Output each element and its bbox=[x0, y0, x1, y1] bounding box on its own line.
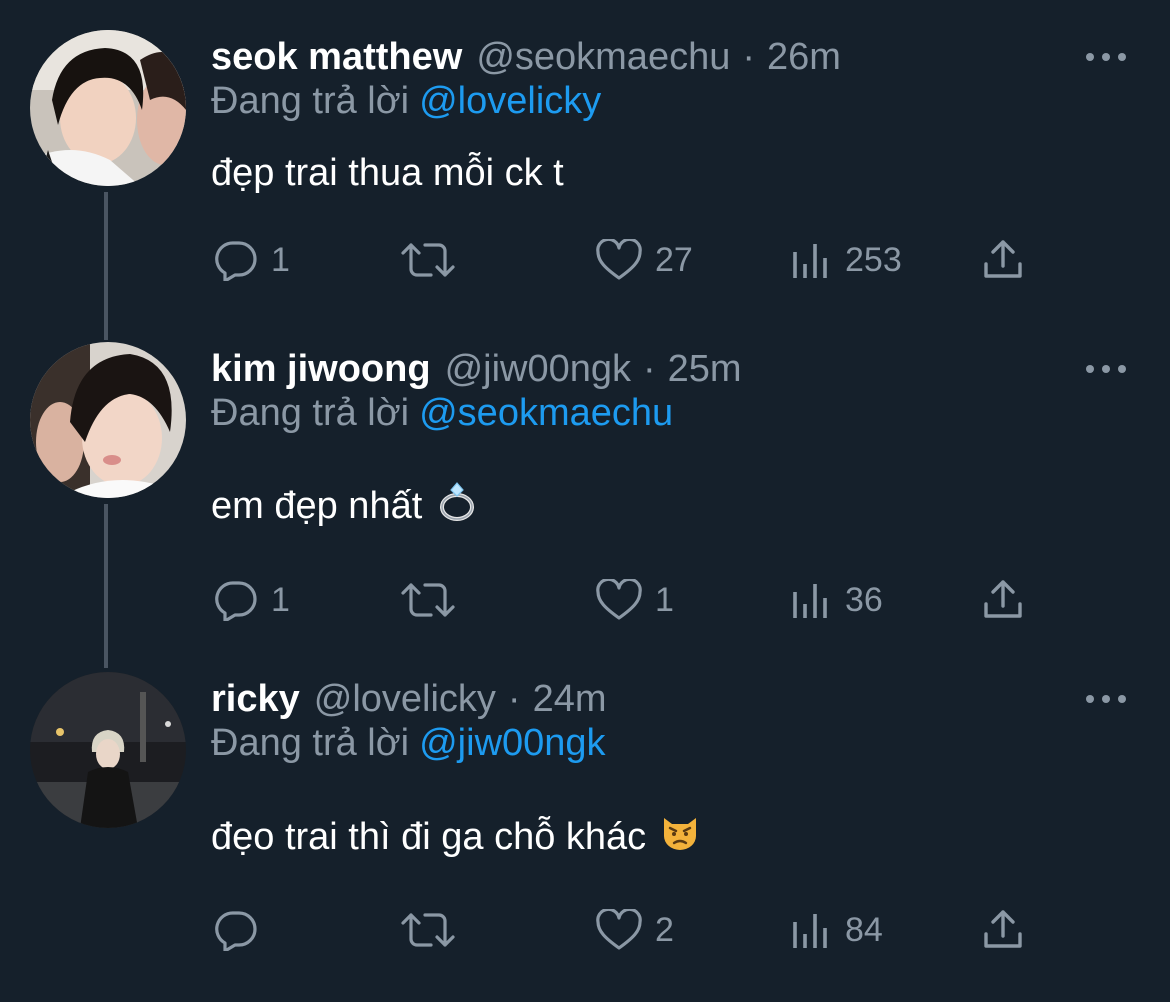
views-button[interactable]: 36 bbox=[791, 578, 883, 622]
tweet-text-body: đẹp trai thua mỗi ck t bbox=[211, 152, 564, 194]
more-options-icon[interactable] bbox=[1086, 684, 1126, 714]
handle[interactable]: @jiw00ngk bbox=[445, 348, 631, 391]
share-icon bbox=[984, 580, 1022, 618]
tweet-actions: 1 27 253 bbox=[211, 238, 1041, 282]
avatar-photo-icon bbox=[30, 672, 186, 828]
views-button[interactable]: 84 bbox=[791, 908, 883, 952]
avatar-photo-icon bbox=[30, 30, 186, 186]
timestamp[interactable]: 24m bbox=[533, 678, 607, 721]
retweet-icon bbox=[401, 243, 455, 277]
separator-dot: · bbox=[507, 677, 521, 720]
reply-icon bbox=[215, 241, 257, 281]
tweet[interactable]: ricky @lovelicky · 24m Đang trả lời @jiw0… bbox=[0, 672, 1170, 1002]
mention-link[interactable]: @seokmaechu bbox=[419, 392, 673, 434]
share-button[interactable] bbox=[981, 238, 1025, 282]
tweet-text-body: đẹo trai thì đi ga chỗ khác bbox=[211, 815, 647, 858]
tweet[interactable]: seok matthew @seokmaechu · 26m Đang trả … bbox=[0, 30, 1170, 360]
like-button[interactable]: 27 bbox=[595, 238, 693, 282]
retweet-button[interactable] bbox=[399, 578, 469, 622]
reply-count: 1 bbox=[271, 580, 290, 619]
tweet-text: đẹo trai thì đi ga chỗ khác bbox=[211, 812, 700, 862]
retweet-icon bbox=[401, 913, 455, 947]
like-button[interactable]: 1 bbox=[595, 578, 674, 622]
retweet-button[interactable] bbox=[399, 908, 469, 952]
like-count: 1 bbox=[655, 580, 674, 619]
tweet-actions: 2 84 bbox=[211, 908, 1041, 952]
replying-to: Đang trả lời @seokmaechu bbox=[211, 392, 673, 435]
reply-button[interactable] bbox=[213, 908, 271, 952]
share-button[interactable] bbox=[981, 578, 1025, 622]
tweet-text: em đẹp nhất bbox=[211, 480, 478, 532]
like-count: 27 bbox=[655, 240, 693, 279]
avatar[interactable] bbox=[30, 672, 186, 828]
tweet-text-body: em đẹp nhất bbox=[211, 484, 423, 527]
retweet-button[interactable] bbox=[399, 238, 469, 282]
handle[interactable]: @lovelicky bbox=[314, 678, 496, 721]
timestamp[interactable]: 26m bbox=[767, 36, 841, 79]
separator-dot: · bbox=[742, 35, 756, 78]
display-name[interactable]: seok matthew bbox=[211, 36, 462, 79]
replying-to: Đang trả lời @jiw00ngk bbox=[211, 722, 606, 765]
tweet-actions: 1 1 36 bbox=[211, 578, 1041, 622]
separator-dot: · bbox=[643, 347, 656, 390]
share-icon bbox=[984, 910, 1022, 948]
display-name[interactable]: ricky bbox=[211, 678, 300, 721]
avatar-photo-icon bbox=[30, 342, 186, 498]
replying-prefix: Đang trả lời bbox=[211, 392, 410, 434]
timestamp[interactable]: 25m bbox=[668, 348, 742, 391]
analytics-icon bbox=[793, 244, 827, 278]
analytics-icon bbox=[793, 584, 827, 618]
tweet[interactable]: kim jiwoong @jiw00ngk · 25m Đang trả lời… bbox=[0, 342, 1170, 672]
replying-to: Đang trả lời @lovelicky bbox=[211, 80, 601, 123]
reply-count: 1 bbox=[271, 240, 290, 279]
like-button[interactable]: 2 bbox=[595, 908, 674, 952]
pouting-cat-emoji bbox=[660, 812, 700, 862]
display-name[interactable]: kim jiwoong bbox=[211, 348, 431, 391]
view-count: 36 bbox=[845, 580, 883, 619]
heart-icon bbox=[596, 579, 642, 620]
reply-icon bbox=[215, 911, 257, 951]
heart-icon bbox=[596, 909, 642, 950]
views-button[interactable]: 253 bbox=[791, 238, 902, 282]
more-options-icon[interactable] bbox=[1086, 354, 1126, 384]
analytics-icon bbox=[793, 914, 827, 948]
tweet-text: đẹp trai thua mỗi ck t bbox=[211, 152, 564, 195]
reply-button[interactable]: 1 bbox=[213, 578, 290, 622]
handle[interactable]: @seokmaechu bbox=[476, 36, 730, 79]
view-count: 84 bbox=[845, 910, 883, 949]
replying-prefix: Đang trả lời bbox=[211, 722, 410, 764]
reply-button[interactable]: 1 bbox=[213, 238, 290, 282]
mention-link[interactable]: @jiw00ngk bbox=[419, 722, 605, 764]
share-button[interactable] bbox=[981, 908, 1025, 952]
share-icon bbox=[984, 240, 1022, 278]
retweet-icon bbox=[401, 583, 455, 617]
replying-prefix: Đang trả lời bbox=[211, 80, 410, 122]
like-count: 2 bbox=[655, 910, 674, 949]
avatar[interactable] bbox=[30, 30, 186, 186]
view-count: 253 bbox=[845, 240, 902, 279]
more-options-icon[interactable] bbox=[1086, 42, 1126, 72]
mention-link[interactable]: @lovelicky bbox=[419, 80, 601, 122]
avatar[interactable] bbox=[30, 342, 186, 498]
ring-emoji bbox=[436, 480, 478, 532]
reply-icon bbox=[215, 581, 257, 621]
heart-icon bbox=[596, 239, 642, 280]
